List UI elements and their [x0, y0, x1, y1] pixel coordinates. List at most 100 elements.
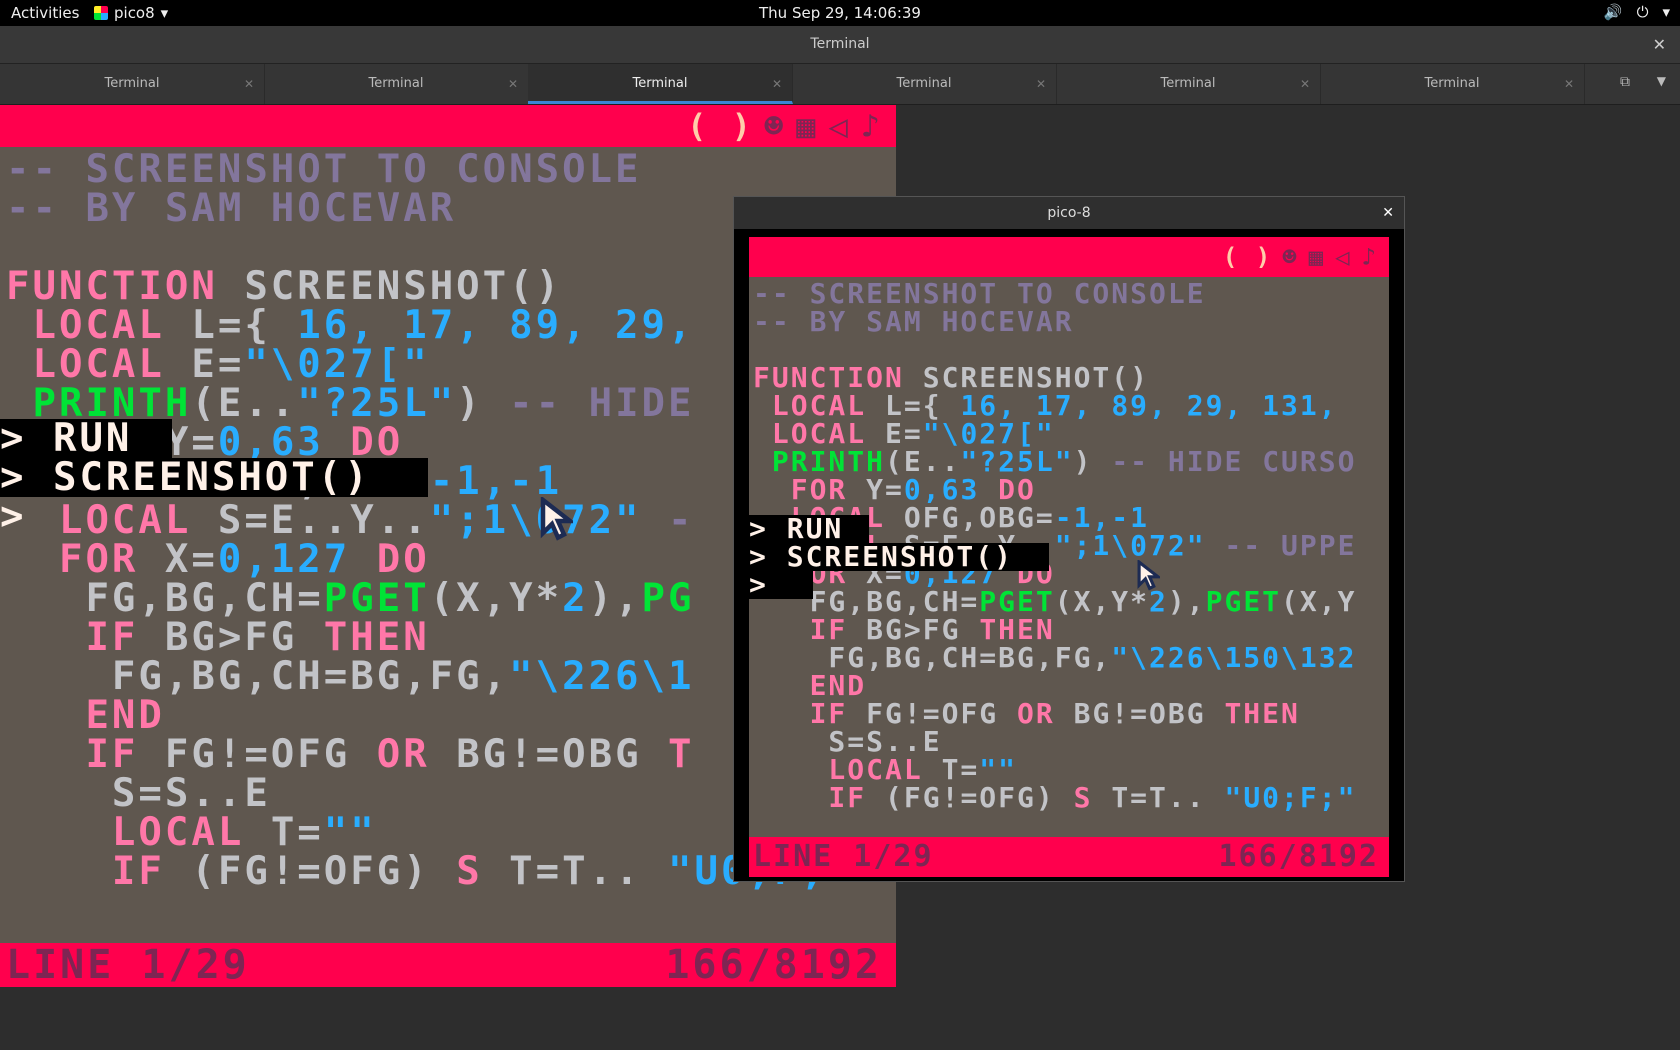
- pico8-window-titlebar: pico-8 ✕: [734, 197, 1404, 229]
- close-tab-icon[interactable]: ✕: [1036, 64, 1046, 104]
- code-token: (X,Y*: [429, 576, 563, 621]
- mouse-cursor-icon: [540, 495, 577, 552]
- code-token: T=T..: [509, 849, 669, 894]
- code-token: (X,Y: [1281, 585, 1357, 618]
- chevron-down-icon[interactable]: ▾: [1662, 3, 1670, 21]
- code-token: OR: [376, 732, 457, 777]
- code-token: "U0;F;": [1224, 781, 1357, 814]
- code-token: T=T..: [1111, 781, 1225, 814]
- code-token: T: [668, 732, 695, 777]
- sfx-editor-icon[interactable]: ◁: [1335, 237, 1351, 277]
- token-count: 166/8192: [665, 942, 882, 987]
- app-menu-label: pico8: [114, 4, 155, 22]
- code-token: -- BY SAM HOCEVAR: [6, 186, 457, 231]
- pico-editor-toolbar: ( ) ☻ ▦ ◁ ♪: [0, 105, 896, 147]
- tab-label: Terminal: [1160, 76, 1216, 91]
- code-token: PGET: [1205, 585, 1282, 618]
- power-icon[interactable]: ⏻: [1637, 3, 1649, 21]
- volume-icon[interactable]: 🔊: [1604, 3, 1623, 21]
- code-token: (FG!=OFG): [885, 781, 1074, 814]
- close-icon[interactable]: ✕: [1653, 26, 1666, 63]
- console-line: >: [749, 571, 813, 599]
- code-token: (FG!=OFG): [191, 849, 457, 894]
- tab-label: Terminal: [368, 76, 424, 91]
- code-token: ";1\072": [429, 498, 642, 543]
- code-line: IF (FG!=OFG) S T=T.. "U0;F;": [753, 781, 1356, 814]
- close-tab-icon[interactable]: ✕: [772, 64, 782, 104]
- code-token: -- UPPE: [1205, 529, 1357, 562]
- chevron-down-icon[interactable]: ▼: [1657, 74, 1666, 88]
- window-title: pico-8: [1047, 205, 1091, 221]
- tab-label: Terminal: [632, 76, 688, 91]
- system-tray[interactable]: 🔊 ⏻ ▾: [1604, 3, 1670, 21]
- mouse-cursor-icon: [1137, 558, 1163, 599]
- code-token: 2: [562, 576, 589, 621]
- code-token: BG!=OBG: [456, 732, 669, 777]
- code-area[interactable]: -- SCREENSHOT TO CONSOLE -- BY SAM HOCEVA…: [749, 277, 1389, 837]
- code-token: -: [641, 498, 695, 543]
- sfx-editor-icon[interactable]: ◁: [828, 105, 850, 147]
- code-token: -- HIDE: [509, 381, 695, 426]
- code-line: IF (FG!=OFG) S T=T.. "U0;F;": [6, 849, 853, 894]
- close-tab-icon[interactable]: ✕: [1564, 64, 1574, 104]
- app-menu[interactable]: pico8 ▾: [94, 4, 168, 22]
- code-token: ),: [1167, 585, 1206, 618]
- line-indicator: LINE 1/29: [753, 839, 934, 874]
- code-token: BG!=OBG: [1073, 697, 1225, 730]
- pico-status-bar: LINE 1/29 166/8192: [749, 837, 1389, 877]
- map-editor-icon[interactable]: ▦: [1309, 237, 1325, 277]
- chevron-down-icon: ▾: [160, 4, 169, 22]
- code-token: ";1\072": [1054, 529, 1206, 562]
- code-token: -- HIDE CURSO: [1111, 445, 1357, 478]
- top-bar: Activities pico8 ▾ Thu Sep 29, 14:06:39 …: [0, 0, 1680, 26]
- code-token: OR: [1017, 697, 1074, 730]
- close-tab-icon[interactable]: ✕: [508, 64, 518, 104]
- pico-screen-window[interactable]: ( ) ☻ ▦ ◁ ♪ -- SCREENSHOT TO CONSOLE -- BY SA…: [749, 237, 1389, 877]
- code-token: S: [1073, 781, 1112, 814]
- code-token: ),: [588, 576, 642, 621]
- code-token: ): [1073, 445, 1112, 478]
- window-title: Terminal: [810, 36, 870, 52]
- sprite-editor-icon[interactable]: ☻: [1282, 237, 1298, 277]
- tab-terminal[interactable]: Terminal ✕: [1056, 64, 1321, 104]
- code-token: S: [456, 849, 510, 894]
- code-token: (X,Y*: [1054, 585, 1150, 618]
- code-token: IF: [6, 849, 192, 894]
- close-tab-icon[interactable]: ✕: [1300, 64, 1310, 104]
- close-tab-icon[interactable]: ✕: [244, 64, 254, 104]
- code-editor-icon[interactable]: ( ): [1223, 237, 1272, 277]
- tab-terminal[interactable]: Terminal ✕: [0, 64, 265, 104]
- code-token: THEN: [1224, 697, 1300, 730]
- sprite-editor-icon[interactable]: ☻: [764, 105, 786, 147]
- code-token: IF: [753, 781, 886, 814]
- tab-terminal[interactable]: Terminal ✕: [264, 64, 529, 104]
- code-line: -- BY SAM HOCEVAR: [753, 305, 1074, 338]
- pico8-window: pico-8 ✕ ( ) ☻ ▦ ◁ ♪ -- SCREENSHOT TO CONSOL…: [733, 196, 1405, 882]
- music-editor-icon[interactable]: ♪: [861, 105, 883, 147]
- pico-editor-toolbar: ( ) ☻ ▦ ◁ ♪: [749, 237, 1389, 277]
- tab-label: Terminal: [896, 76, 952, 91]
- code-token: "\226\1: [509, 654, 695, 699]
- new-tab-icon[interactable]: ⧉: [1620, 74, 1630, 90]
- clock[interactable]: Thu Sep 29, 14:06:39: [759, 4, 921, 22]
- pico-status-bar: LINE 1/29 166/8192: [0, 943, 896, 987]
- console-line: > RUN: [749, 515, 869, 543]
- activities-button[interactable]: Activities: [11, 4, 79, 22]
- tab-terminal[interactable]: Terminal ✕: [1320, 64, 1585, 104]
- tab-terminal[interactable]: Terminal ✕: [792, 64, 1057, 104]
- music-editor-icon[interactable]: ♪: [1362, 237, 1378, 277]
- console-line: > SCREENSHOT(): [749, 543, 1049, 571]
- console-line: > RUN: [0, 419, 172, 458]
- map-editor-icon[interactable]: ▦: [796, 105, 818, 147]
- code-line: -- BY SAM HOCEVAR: [6, 186, 456, 231]
- token-count: 166/8192: [1218, 839, 1379, 874]
- terminal-titlebar: Terminal ✕: [0, 26, 1680, 64]
- code-token: -- BY SAM HOCEVAR: [753, 305, 1074, 338]
- code-editor-icon[interactable]: ( ): [687, 105, 754, 147]
- close-icon[interactable]: ✕: [1382, 197, 1394, 229]
- tab-label: Terminal: [1424, 76, 1480, 91]
- tab-terminal[interactable]: Terminal ✕: [528, 64, 793, 104]
- pico8-app-icon: [94, 6, 108, 20]
- code-token: "\226\150\132: [1111, 641, 1357, 674]
- line-indicator: LINE 1/29: [6, 942, 250, 987]
